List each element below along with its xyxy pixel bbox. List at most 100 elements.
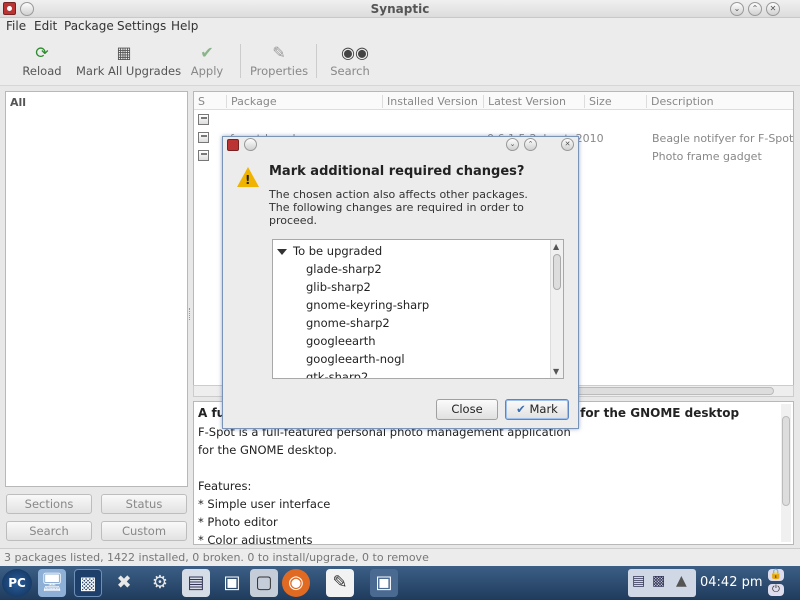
description-line: for the GNOME desktop. [198, 443, 337, 457]
window-titlebar: Synaptic ⌄ ⌃ ✕ [0, 0, 800, 18]
mark-button[interactable]: ✔ Mark [505, 399, 569, 420]
dialog-message-line: The following changes are required in or… [269, 201, 524, 214]
tree-item[interactable]: gnome-sharp2 [306, 316, 390, 330]
tree-group-upgrade[interactable]: To be upgraded [277, 244, 382, 258]
column-status[interactable]: S [194, 95, 205, 108]
menu-settings[interactable]: Settings [117, 19, 166, 33]
splitter-handle[interactable] [189, 308, 192, 320]
scroll-up-icon[interactable]: ▲ [553, 242, 559, 251]
tree-item[interactable]: googleearth [306, 334, 376, 348]
changes-tree[interactable]: To be upgraded glade-sharp2 glib-sharp2 … [272, 239, 564, 379]
tree-item[interactable]: glade-sharp2 [306, 262, 382, 276]
package-status-icon[interactable] [198, 132, 209, 143]
filter-item-all[interactable]: All [10, 96, 26, 109]
column-latest-version[interactable]: Latest Version [483, 95, 566, 108]
upgrade-icon: ▦ [116, 43, 132, 62]
dialog-heading: Mark additional required changes? [269, 164, 525, 179]
toolbar-separator [316, 44, 317, 78]
window-icon[interactable]: ▢ [250, 569, 278, 597]
dialog-app-icon[interactable] [227, 139, 239, 151]
dialog-message-line: proceed. [269, 214, 318, 227]
synaptic-task-icon[interactable]: ▣ [370, 569, 398, 597]
menubar: File Edit Package Settings Help [0, 18, 800, 36]
dialog-close-button[interactable]: ✕ [561, 138, 574, 151]
minimize-button[interactable]: ⌄ [730, 2, 744, 16]
close-button[interactable]: ✕ [766, 2, 780, 16]
package-description: Photo frame gadget [652, 150, 762, 163]
mark-all-upgrades-button[interactable]: ▦ Mark All Upgrades [76, 40, 181, 82]
text-editor-icon[interactable]: ✎ [326, 569, 354, 597]
menu-package[interactable]: Package [64, 19, 114, 33]
menu-edit[interactable]: Edit [34, 19, 57, 33]
scrollbar-thumb[interactable] [782, 416, 790, 506]
check-icon: ✔ [516, 402, 526, 416]
system-tray: ▤ ▩ ▲ [628, 569, 696, 597]
table-row[interactable] [194, 111, 793, 129]
dialog-message-line: The chosen action also affects other pac… [269, 188, 528, 201]
dialog-minimize-button[interactable]: ⌄ [506, 138, 519, 151]
clock[interactable]: 04:42 pm [700, 575, 763, 590]
column-description[interactable]: Description [646, 95, 714, 108]
package-description: Beagle notifyer for F-Spot [652, 132, 794, 145]
menu-help[interactable]: Help [171, 19, 198, 33]
column-installed-version[interactable]: Installed Version [382, 95, 478, 108]
reload-icon: ⟳ [35, 43, 49, 62]
column-size[interactable]: Size [584, 95, 612, 108]
tree-item[interactable]: googleearth-nogl [306, 352, 405, 366]
settings-icon[interactable]: ⚙ [146, 569, 174, 597]
tools-icon[interactable]: ✖ [110, 569, 138, 597]
firefox-icon[interactable]: ◉ [282, 569, 310, 597]
window-title: Synaptic [370, 2, 430, 16]
power-icon[interactable]: ⏻ [768, 584, 784, 596]
properties-button[interactable]: ✎ Properties [248, 40, 310, 82]
properties-icon: ✎ [272, 43, 286, 62]
updates-icon[interactable]: ▲ [676, 573, 687, 589]
mark-changes-dialog: ⌄ ⌃ ✕ ! Mark additional required changes… [222, 136, 579, 429]
toolbar-separator [240, 44, 241, 78]
apply-button[interactable]: ✔ Apply [188, 40, 226, 82]
status-bar: 3 packages listed, 1422 installed, 0 bro… [0, 548, 800, 566]
description-line: * Photo editor [198, 515, 278, 529]
desktop-icon[interactable]: ▩ [74, 569, 102, 597]
status-button[interactable]: Status [101, 494, 187, 514]
file-manager-icon[interactable]: ▤ [182, 569, 210, 597]
tree-item[interactable]: gnome-keyring-sharp [306, 298, 429, 312]
tree-scrollbar[interactable]: ▲ ▼ [550, 240, 563, 378]
package-manager-icon[interactable]: ▣ [218, 569, 246, 597]
sections-button[interactable]: Sections [6, 494, 92, 514]
dialog-titlebar: ⌄ ⌃ ✕ [223, 137, 578, 153]
toolbar: ⟳ Reload ▦ Mark All Upgrades ✔ Apply ✎ P… [0, 36, 800, 86]
start-menu-button[interactable]: PC [2, 569, 32, 597]
maximize-button[interactable]: ⌃ [748, 2, 762, 16]
description-line: * Color adjustments [198, 533, 313, 545]
search-button[interactable]: ◉◉ Search [328, 40, 372, 82]
description-line: * Simple user interface [198, 497, 331, 511]
lock-icon[interactable]: 🔒 [768, 569, 784, 581]
scrollbar-thumb[interactable] [574, 387, 774, 395]
dialog-maximize-button[interactable]: ⌃ [524, 138, 537, 151]
expander-icon[interactable] [277, 248, 287, 255]
package-status-icon[interactable] [198, 150, 209, 161]
warning-exclamation: ! [245, 173, 251, 187]
custom-button[interactable]: Custom [101, 521, 187, 541]
vertical-scrollbar[interactable] [781, 404, 791, 542]
reload-button[interactable]: ⟳ Reload [20, 40, 64, 82]
column-package[interactable]: Package [226, 95, 277, 108]
check-icon: ✔ [200, 43, 214, 62]
filter-list[interactable]: All [5, 91, 188, 487]
clipboard-icon[interactable]: ▤ [632, 573, 645, 589]
tree-item[interactable]: glib-sharp2 [306, 280, 371, 294]
computer-icon[interactable]: 🖥 [38, 569, 66, 597]
close-dialog-button[interactable]: Close [436, 399, 498, 420]
scrollbar-thumb[interactable] [553, 254, 561, 290]
package-status-icon[interactable] [198, 114, 209, 125]
dialog-menu-button[interactable] [244, 138, 257, 151]
scroll-down-icon[interactable]: ▼ [553, 367, 559, 376]
taskbar: PC 🖥 ▩ ✖ ⚙ ▤ ▣ ▢ ◉ ✎ ▣ ▤ ▩ ▲ 04:42 pm 🔒 … [0, 566, 800, 600]
search-filter-button[interactable]: Search [6, 521, 92, 541]
network-icon[interactable]: ▩ [652, 573, 665, 589]
tree-item[interactable]: gtk-sharp2 [306, 370, 368, 378]
menu-file[interactable]: File [6, 19, 26, 33]
binoculars-icon: ◉◉ [341, 43, 369, 62]
description-line: Features: [198, 479, 252, 493]
